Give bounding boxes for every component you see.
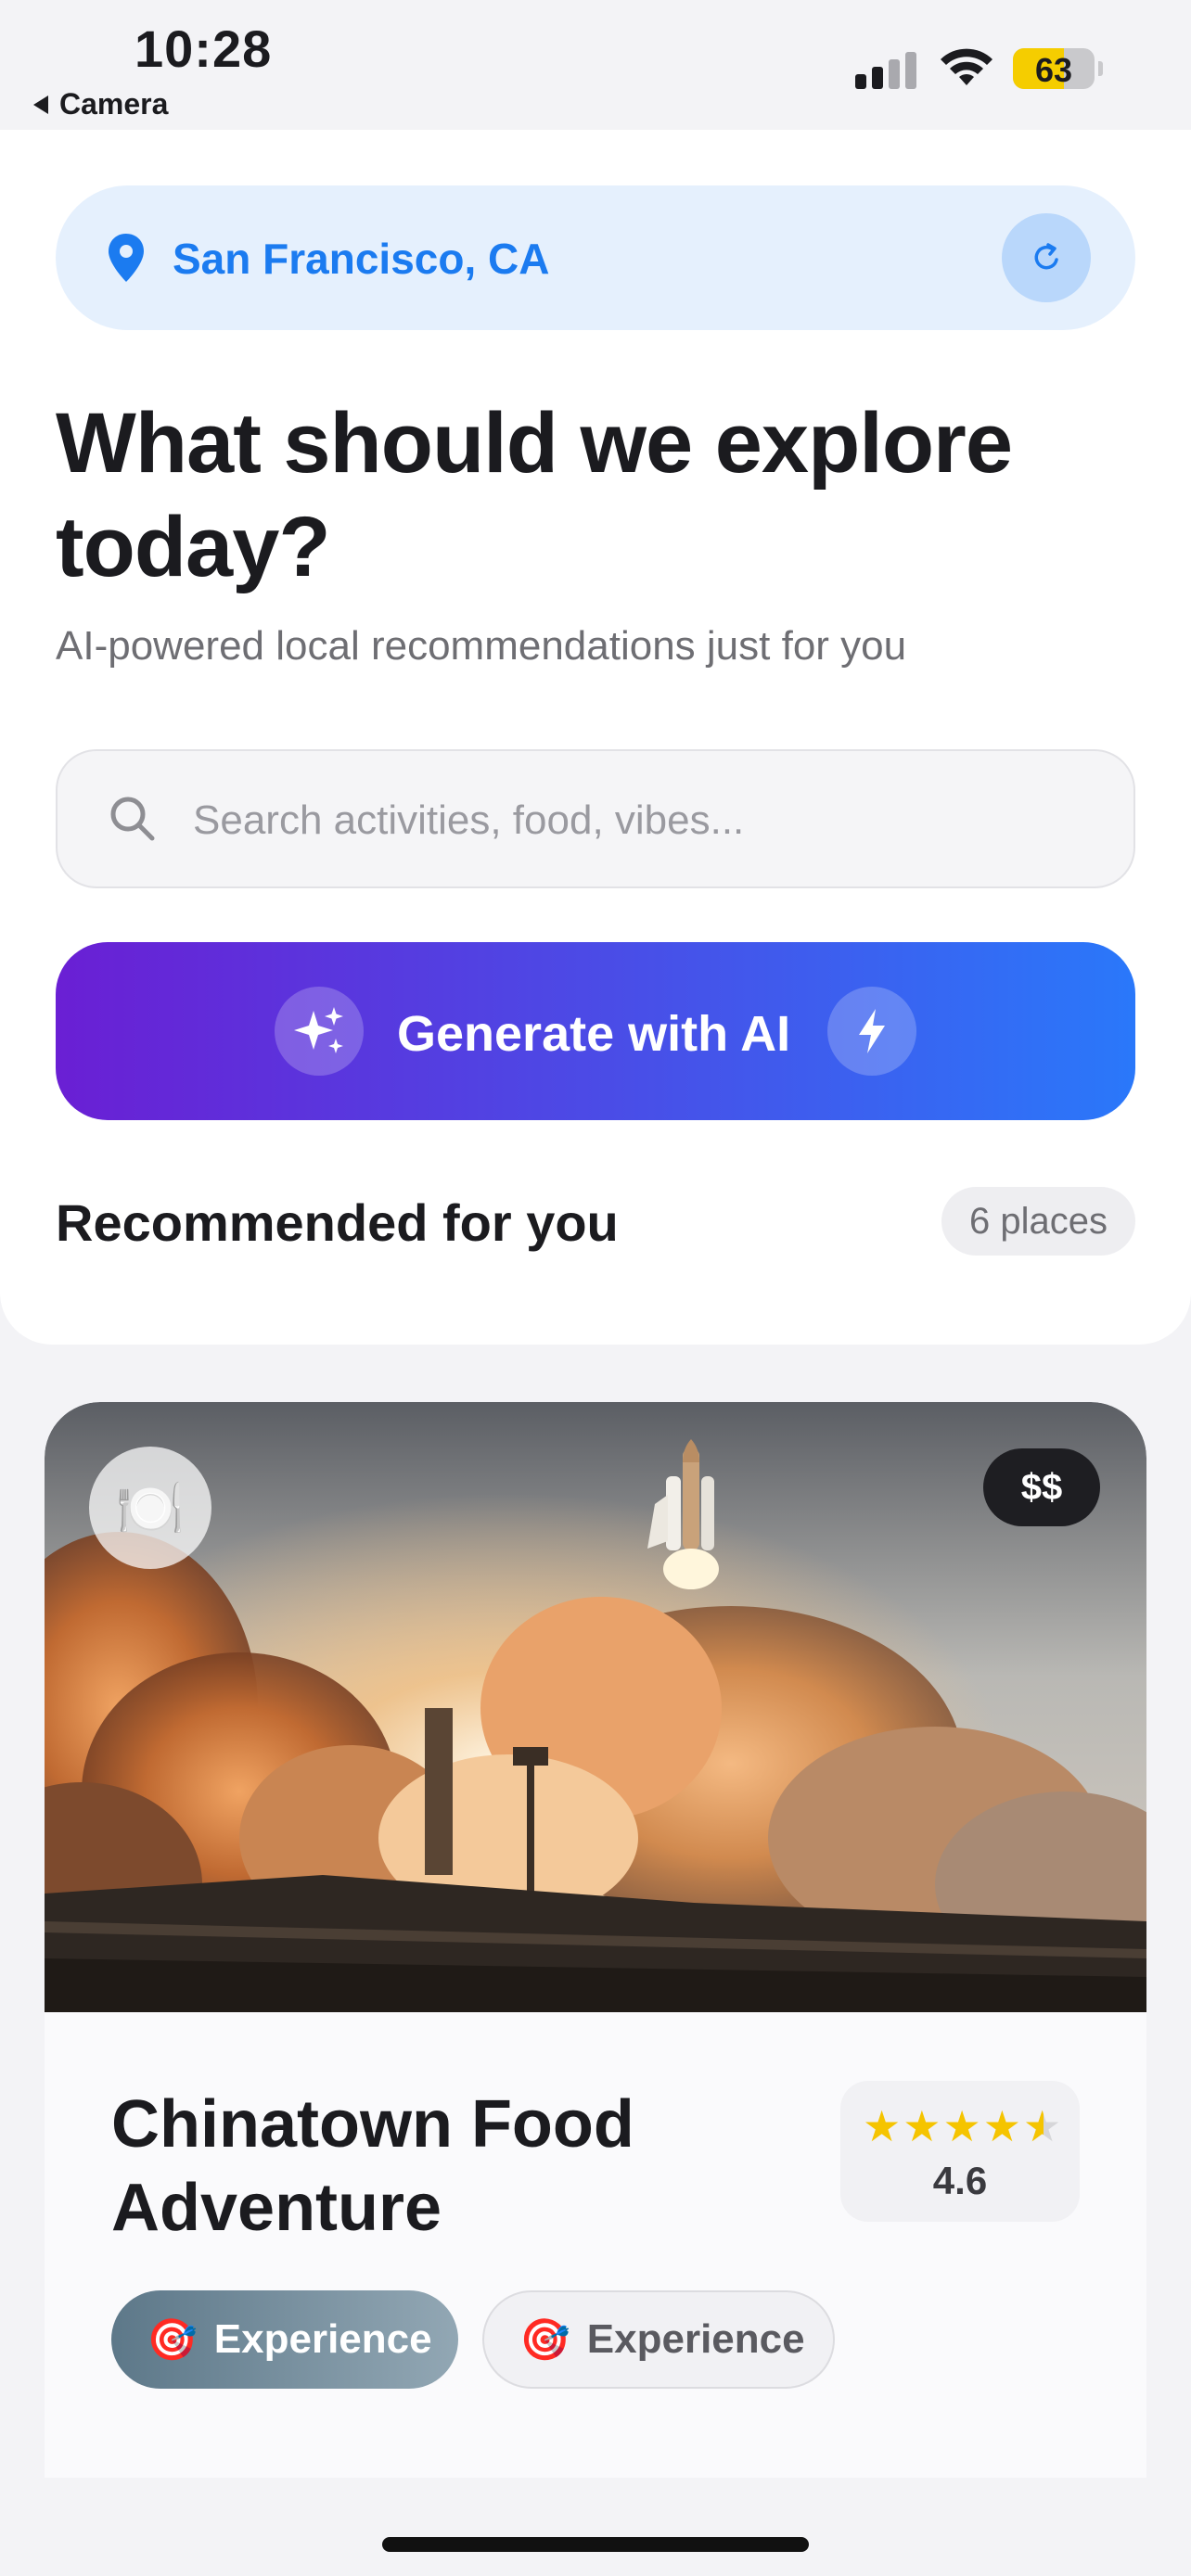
status-time: 10:28 (134, 19, 273, 78)
target-icon: 🎯 (147, 2317, 198, 2363)
sparkles-icon (275, 987, 364, 1076)
page-title: What should we explore today? (56, 396, 1013, 594)
tag-label: Experience (213, 2316, 432, 2362)
search-icon (110, 797, 155, 841)
location-pin-icon (109, 234, 144, 282)
back-to-camera-link[interactable]: Camera (33, 87, 168, 121)
page-subtitle: AI-powered local recommendations just fo… (56, 623, 907, 669)
location-label: San Francisco, CA (173, 235, 550, 283)
search-placeholder: Search activities, food, vibes... (193, 797, 745, 843)
place-name: Chinatown Food Adventure (111, 2087, 634, 2245)
back-label: Camera (59, 87, 169, 121)
rating-value: 4.6 (932, 2159, 988, 2202)
refresh-location-button[interactable] (1002, 213, 1091, 302)
target-icon: 🎯 (519, 2317, 570, 2363)
wifi-icon (941, 48, 992, 85)
search-input[interactable]: Search activities, food, vibes... (56, 749, 1135, 888)
location-pill[interactable]: San Francisco, CA (56, 185, 1135, 330)
refresh-icon (1034, 243, 1058, 270)
tag-chip-experience-selected[interactable]: 🎯 Experience (111, 2290, 458, 2389)
section-title: Recommended for you (56, 1193, 619, 1252)
places-count-badge: 6 places (941, 1187, 1135, 1256)
plate-cutlery-icon: 🍽️ (115, 1476, 186, 1539)
battery-icon: 63 (1013, 48, 1095, 89)
place-card[interactable]: 🍽️ $$ Chinatown Food Adventure ★★★★★ 4.6… (45, 1402, 1146, 2478)
header-card: San Francisco, CA What should we explore… (0, 130, 1191, 1345)
back-arrow-icon (33, 95, 48, 114)
lightning-bolt-icon (827, 987, 916, 1076)
home-indicator[interactable] (382, 2537, 809, 2552)
tag-chip-experience[interactable]: 🎯 Experience (482, 2290, 835, 2389)
place-hero-image: 🍽️ $$ (45, 1402, 1146, 2012)
star-rating-icon: ★★★★★ (863, 2101, 1063, 2151)
tag-label: Experience (586, 2316, 805, 2362)
battery-tip (1098, 61, 1103, 76)
battery-level: 63 (1034, 51, 1073, 89)
app-screen: 10:28 Camera 63 San Francisco, CA What s… (0, 0, 1191, 2576)
generate-button-label: Generate with AI (397, 1006, 791, 1062)
category-badge: 🍽️ (89, 1447, 211, 1569)
rating-box: ★★★★★ 4.6 (840, 2081, 1080, 2222)
cellular-signal-icon (855, 48, 916, 89)
status-bar: 10:28 Camera 63 (0, 0, 1191, 130)
generate-with-ai-button[interactable]: Generate with AI (56, 942, 1135, 1120)
price-badge: $$ (983, 1448, 1100, 1526)
